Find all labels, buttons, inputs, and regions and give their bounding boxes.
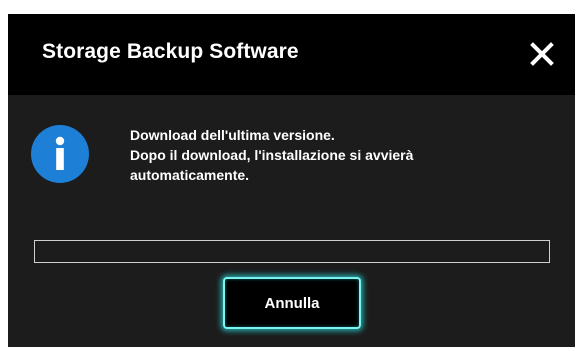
info-icon [30,124,90,184]
cancel-button[interactable]: Annulla [223,277,361,329]
message-line-3: automaticamente. [130,167,250,183]
title-bar: Storage Backup Software [8,14,575,95]
dialog-title: Storage Backup Software [42,40,299,63]
close-button[interactable] [524,36,560,72]
download-dialog: Storage Backup Software Download dell'ul… [8,14,575,347]
message-line-1: Download dell'ultima versione. [130,127,335,143]
status-message: Download dell'ultima versione. Dopo il d… [130,125,530,185]
download-progress-bar [34,240,550,263]
message-line-2: Dopo il download, l'installazione si avv… [130,147,414,163]
close-icon [530,42,554,66]
